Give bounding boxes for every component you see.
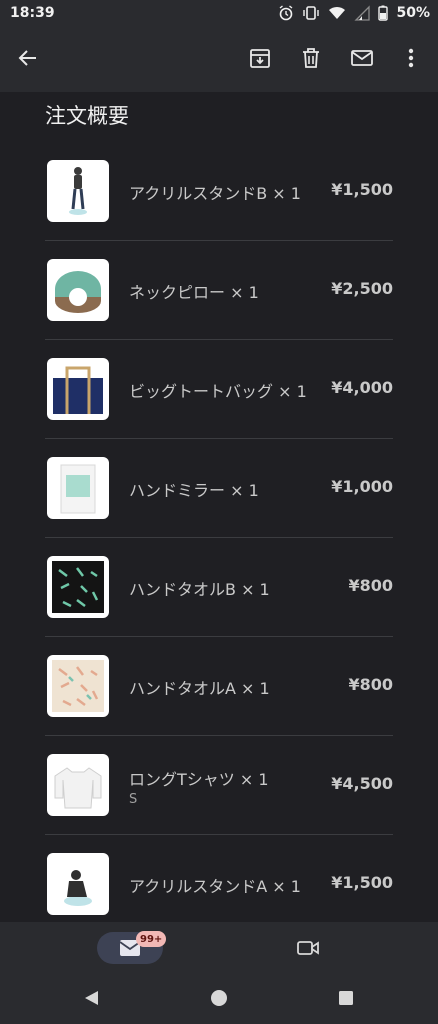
mail-icon [351,50,373,66]
item-price: ¥1,000 [331,477,393,496]
item-price: ¥1,500 [331,873,393,892]
item-name: ビッグトートバッグ × 1 [129,382,307,401]
delete-button[interactable] [295,42,327,74]
product-image [47,556,109,618]
square-recents-icon [339,991,353,1005]
item-price: ¥800 [348,576,393,595]
video-camera-icon [297,941,319,955]
archive-button[interactable] [244,42,276,74]
back-arrow-icon [18,50,36,66]
signal-icon [354,5,371,21]
battery-percentage: 50% [396,5,430,21]
item-variant: S [129,792,138,807]
mark-unread-button[interactable] [346,42,378,74]
item-name: アクリルスタンドA × 1 [129,877,301,896]
delete-icon [303,48,319,68]
system-back-button[interactable] [82,988,102,1008]
page-title: 注文概要 [45,104,129,128]
list-item[interactable]: ハンドタオルB × 1 ¥800 [45,538,393,637]
list-item[interactable]: ネックピロー × 1 ¥2,500 [45,241,393,340]
item-name: ハンドミラー × 1 [129,481,259,500]
item-name: ネックピロー × 1 [129,283,259,302]
item-name: ハンドタオルA × 1 [129,679,270,698]
system-home-button[interactable] [209,988,229,1008]
list-item[interactable]: ビッグトートバッグ × 1 ¥4,000 [45,340,393,439]
list-item[interactable]: ハンドミラー × 1 ¥1,000 [45,439,393,538]
list-item[interactable]: ロングTシャツ × 1 S ¥4,500 [45,736,393,835]
vibrate-icon [303,6,320,20]
product-image [47,160,109,222]
product-image [47,754,109,816]
message-toolbar [0,26,438,92]
triangle-back-icon [85,991,98,1005]
more-vert-icon [408,48,414,68]
product-image [47,259,109,321]
meet-tab[interactable] [293,934,323,962]
back-button[interactable] [12,42,44,74]
item-price: ¥800 [348,675,393,694]
wifi-icon [329,6,346,19]
unread-badge: 99+ [136,931,167,947]
item-price: ¥2,500 [331,279,393,298]
list-item[interactable]: ハンドタオルA × 1 ¥800 [45,637,393,736]
bottom-navigation: 99+ [0,922,438,972]
product-image [47,853,109,915]
status-bar: 18:39 50% [0,0,438,26]
item-name: ハンドタオルB × 1 [129,580,270,599]
product-image [47,358,109,420]
list-item[interactable]: アクリルスタンドA × 1 ¥1,500 [45,835,393,922]
product-image [47,655,109,717]
system-navigation [0,972,438,1024]
item-price: ¥4,000 [331,378,393,397]
list-item[interactable]: アクリルスタンドB × 1 ¥1,500 [45,142,393,241]
circle-home-icon [211,990,227,1006]
battery-icon [378,5,389,21]
order-summary: 注文概要 アクリルスタンドB × 1 ¥1,500 ネックピロー × 1 ¥2,… [0,92,438,922]
system-recents-button[interactable] [336,988,356,1008]
product-image [47,457,109,519]
archive-icon [250,49,270,68]
item-price: ¥4,500 [331,774,393,793]
status-time: 18:39 [10,5,55,21]
item-name: アクリルスタンドB × 1 [129,184,301,203]
more-options-button[interactable] [395,42,427,74]
status-icons: 50% [278,5,430,21]
alarm-icon [280,5,293,21]
item-name: ロングTシャツ × 1 [129,770,269,789]
item-price: ¥1,500 [331,180,393,199]
